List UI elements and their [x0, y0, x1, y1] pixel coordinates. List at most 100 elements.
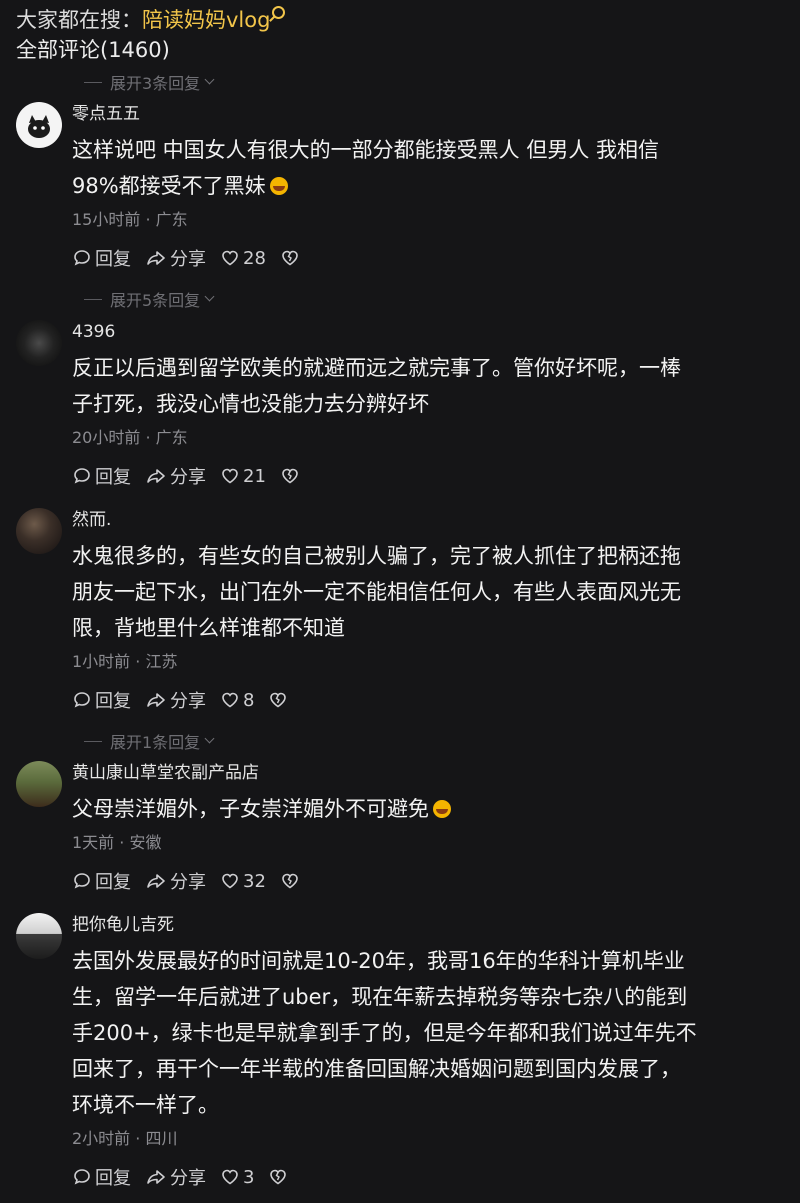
trending-search-prefix: 大家都在搜：	[16, 8, 142, 32]
laughing-emoji-icon	[269, 177, 288, 195]
comment-meta: 2小时前 · 四川	[72, 1129, 178, 1148]
comment-count-title: 全部评论(1460)	[16, 38, 170, 62]
comment-text-line: 限，背地里什么样谁都不知道	[72, 616, 345, 640]
heart-icon	[222, 873, 238, 889]
reply-label: 回复	[95, 691, 131, 712]
dislike-button[interactable]	[268, 1167, 291, 1187]
avatar[interactable]	[16, 761, 62, 807]
heart-icon	[222, 692, 238, 708]
comment-text-line: 朋友一起下水，出门在外一定不能相信任何人，有些人表面风光无	[72, 580, 681, 604]
comment-text-line: 反正以后遇到留学欧美的就避而远之就完事了。管你好坏呢，一棒	[72, 356, 681, 380]
comment-text-segment: 98%都接受不了黑妹	[72, 174, 266, 198]
broken-heart-icon	[282, 250, 298, 266]
comment-actions: 回复 分享 3	[72, 1165, 786, 1189]
reply-label: 回复	[95, 1168, 131, 1189]
broken-heart-icon	[282, 468, 298, 484]
reply-button[interactable]: 回复	[72, 868, 131, 894]
comment-text-line: 回来了，再干个一年半载的准备回国解决婚姻问题到国内发展了，	[72, 1057, 681, 1081]
like-count: 21	[243, 465, 266, 487]
share-arrow-icon	[147, 1170, 165, 1184]
comment-username[interactable]: 4396	[72, 320, 786, 344]
comment-meta: 20小时前 · 广东	[72, 428, 188, 447]
like-button[interactable]: 32	[220, 871, 266, 892]
broken-heart-icon	[282, 873, 298, 889]
share-button[interactable]: 分享	[145, 1164, 206, 1190]
avatar[interactable]	[16, 913, 62, 959]
share-label: 分享	[170, 1168, 206, 1189]
like-button[interactable]: 28	[220, 248, 266, 269]
chevron-down-icon	[204, 74, 215, 84]
reply-label: 回复	[95, 249, 131, 270]
comment-text-line: 这样说吧 中国女人有很大的一部分都能接受黑人 但男人 我相信	[72, 138, 660, 162]
avatar[interactable]	[16, 102, 62, 148]
reply-button[interactable]: 回复	[72, 245, 131, 271]
heart-icon	[222, 250, 238, 266]
heart-icon	[222, 1169, 238, 1185]
comment-text-line: 手200+，绿卡也是早就拿到手了的，但是今年都和我们说过年先不	[72, 1021, 697, 1045]
like-count: 32	[243, 870, 266, 892]
comment-text-line: 子打死，我没心情也没能力去分辨好坏	[72, 392, 429, 416]
comment-bubble-icon	[74, 873, 90, 889]
broken-heart-icon	[270, 692, 287, 708]
trending-search-keyword[interactable]: 陪读妈妈vlog	[142, 8, 270, 32]
chevron-down-icon	[204, 291, 215, 301]
comment-actions: 回复 分享 21	[72, 464, 786, 488]
like-count: 3	[243, 1166, 255, 1188]
chevron-down-icon	[204, 733, 215, 743]
share-arrow-icon	[147, 874, 165, 888]
dislike-button[interactable]	[280, 871, 303, 891]
reply-button[interactable]: 回复	[72, 687, 131, 713]
share-arrow-icon	[147, 693, 165, 707]
comment-bubble-icon	[74, 250, 90, 266]
trending-search[interactable]: 大家都在搜：陪读妈妈vlog	[16, 6, 786, 34]
comment-text: 父母崇洋媚外，子女崇洋媚外不可避免	[72, 791, 786, 827]
like-button[interactable]: 8	[220, 690, 254, 711]
dislike-button[interactable]	[280, 466, 303, 486]
like-count: 28	[243, 247, 266, 269]
comment-text-line: 去国外发展最好的时间就是10-20年，我哥16年的华科计算机毕业	[72, 949, 685, 973]
comment-text: 去国外发展最好的时间就是10-20年，我哥16年的华科计算机毕业 生，留学一年后…	[72, 943, 786, 1123]
share-button[interactable]: 分享	[145, 687, 206, 713]
comment-meta: 1小时前 · 江苏	[72, 652, 178, 671]
comment-bubble-icon	[74, 692, 90, 708]
expand-replies-label: 展开1条回复	[110, 733, 201, 752]
divider	[84, 740, 102, 742]
share-arrow-icon	[147, 251, 165, 265]
share-button[interactable]: 分享	[145, 245, 206, 271]
comment-username[interactable]: 黄山康山草堂农副产品店	[72, 761, 786, 785]
comment-text-segment: 父母崇洋媚外，子女崇洋媚外不可避免	[72, 797, 429, 821]
reply-button[interactable]: 回复	[72, 463, 131, 489]
expand-replies-link[interactable]: 展开3条回复	[84, 70, 215, 94]
expand-replies-link[interactable]: 展开5条回复	[84, 287, 215, 311]
search-icon[interactable]	[272, 6, 286, 19]
comment-username[interactable]: 把你龟儿吉死	[72, 913, 786, 937]
comment-meta: 1天前 · 安徽	[72, 833, 162, 852]
comment-text-line: 水鬼很多的，有些女的自己被别人骗了，完了被人抓住了把柄还拖	[72, 544, 681, 568]
avatar[interactable]	[16, 508, 62, 554]
share-arrow-icon	[147, 469, 165, 483]
like-button[interactable]: 3	[220, 1167, 254, 1188]
divider	[84, 81, 102, 83]
reply-button[interactable]: 回复	[72, 1164, 131, 1190]
page-header: 大家都在搜：陪读妈妈vlog 全部评论(1460)	[16, 6, 786, 64]
comment-meta: 15小时前 · 广东	[72, 210, 188, 229]
like-button[interactable]: 21	[220, 466, 266, 487]
broken-heart-icon	[270, 1169, 287, 1185]
heart-icon	[222, 468, 238, 484]
comment-text-line: 98%都接受不了黑妹	[72, 168, 786, 204]
comment-text: 这样说吧 中国女人有很大的一部分都能接受黑人 但男人 我相信 98%都接受不了黑…	[72, 132, 786, 204]
comment-text: 反正以后遇到留学欧美的就避而远之就完事了。管你好坏呢，一棒 子打死，我没心情也没…	[72, 350, 786, 422]
share-button[interactable]: 分享	[145, 868, 206, 894]
dislike-button[interactable]	[268, 690, 291, 710]
comment-actions: 回复 分享 28	[72, 246, 786, 270]
expand-replies-label: 展开3条回复	[110, 74, 201, 93]
avatar[interactable]	[16, 320, 62, 366]
expand-replies-link[interactable]: 展开1条回复	[84, 729, 215, 753]
comment-username[interactable]: 然而.	[72, 508, 786, 532]
dislike-button[interactable]	[280, 248, 303, 268]
comment-bubble-icon	[74, 1169, 90, 1185]
comment-username[interactable]: 零点五五	[72, 102, 786, 126]
share-label: 分享	[170, 467, 206, 488]
comment-text-line: 环境不一样了。	[72, 1093, 219, 1117]
share-button[interactable]: 分享	[145, 463, 206, 489]
